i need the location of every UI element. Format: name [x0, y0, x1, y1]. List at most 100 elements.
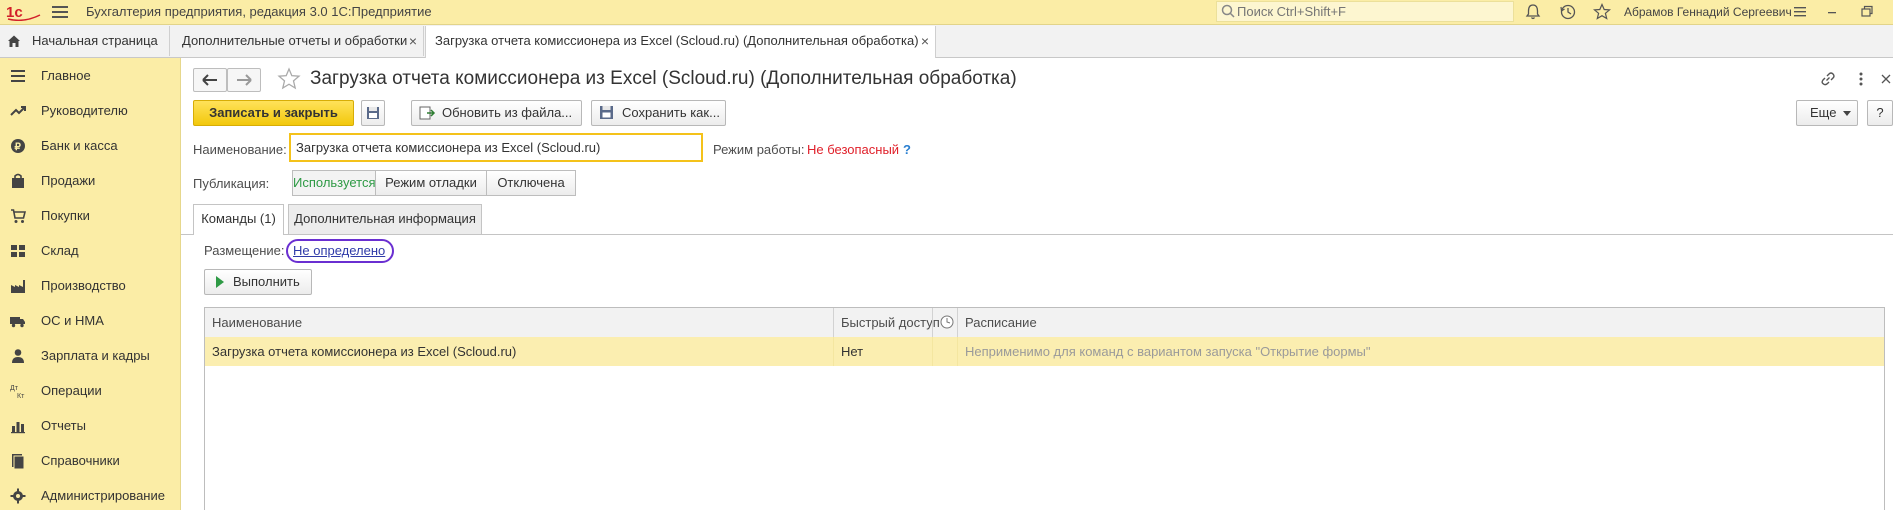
- sidebar-item-label: Администрирование: [41, 488, 165, 503]
- sidebar-item-main[interactable]: Главное: [0, 58, 180, 93]
- tab-commands[interactable]: Команды (1): [193, 204, 284, 235]
- truck-icon: [10, 317, 25, 328]
- link-icon[interactable]: [1819, 70, 1837, 88]
- column-header-schedule[interactable]: Расписание: [965, 308, 1037, 337]
- form-title: Загрузка отчета комиссионера из Excel (S…: [310, 68, 1017, 89]
- favorite-star-icon[interactable]: [277, 67, 301, 91]
- sidebar-item-manager[interactable]: Руководителю: [0, 93, 180, 128]
- save-as-button[interactable]: Сохранить как...: [591, 100, 726, 126]
- sidebar-item-label: Руководителю: [41, 103, 128, 118]
- tab-home[interactable]: Начальная страница: [0, 26, 170, 56]
- column-divider: [833, 308, 834, 337]
- gear-icon: [10, 488, 26, 504]
- sidebar-item-label: ОС и НМА: [41, 313, 104, 328]
- global-search[interactable]: [1216, 1, 1514, 22]
- home-icon: [8, 35, 20, 47]
- factory-icon: [11, 280, 25, 293]
- bag-icon: [12, 173, 24, 188]
- close-form-icon[interactable]: [1880, 70, 1892, 88]
- publication-option-debug[interactable]: Режим отладки: [375, 170, 487, 196]
- help-button[interactable]: ?: [1867, 100, 1893, 126]
- bell-icon[interactable]: [1524, 3, 1542, 21]
- sidebar-item-label: Банк и касса: [41, 138, 118, 153]
- column-divider: [833, 337, 834, 366]
- clock-icon: [940, 315, 954, 329]
- placement-label: Размещение:: [204, 243, 285, 258]
- publication-option-disabled[interactable]: Отключена: [486, 170, 576, 196]
- sidebar-item-production[interactable]: Производство: [0, 268, 180, 303]
- sidebar-item-label: Склад: [41, 243, 79, 258]
- svg-text:₽: ₽: [15, 142, 22, 153]
- sidebar-item-label: Справочники: [41, 453, 120, 468]
- sidebar-item-salary[interactable]: Зарплата и кадры: [0, 338, 180, 373]
- sidebar-item-fixed-assets[interactable]: ОС и НМА: [0, 303, 180, 338]
- tab-current-form[interactable]: Загрузка отчета комиссионера из Excel (S…: [425, 26, 936, 58]
- 1c-logo-icon[interactable]: 1с: [6, 3, 42, 21]
- sidebar-item-label: Производство: [41, 278, 126, 293]
- mode-help-link[interactable]: ?: [903, 142, 911, 157]
- minimize-icon[interactable]: [1823, 3, 1841, 21]
- column-divider: [957, 308, 958, 337]
- floppy-disk-icon: [367, 107, 379, 119]
- tabs-divider: [181, 234, 1893, 235]
- more-actions-icon[interactable]: [1857, 70, 1865, 88]
- current-user[interactable]: Абрамов Геннадий Сергеевич: [1624, 5, 1792, 19]
- sidebar-item-sales[interactable]: Продажи: [0, 163, 180, 198]
- sidebar-item-purchases[interactable]: Покупки: [0, 198, 180, 233]
- table-header: Наименование Быстрый доступ Расписание: [205, 308, 1884, 338]
- save-as-icon: [600, 106, 613, 119]
- menu-lines-icon: [11, 70, 25, 82]
- main-menu-icon[interactable]: [52, 5, 68, 19]
- sidebar-item-administration[interactable]: Администрирование: [0, 478, 180, 513]
- column-divider: [932, 308, 933, 337]
- trend-icon: [10, 106, 26, 116]
- more-button[interactable]: Еще: [1796, 100, 1858, 126]
- boxes-icon: [11, 245, 25, 257]
- bar-chart-icon: [11, 422, 25, 434]
- search-input[interactable]: [1237, 3, 1507, 20]
- run-button[interactable]: Выполнить: [204, 269, 312, 295]
- table-row[interactable]: Загрузка отчета комиссионера из Excel (S…: [205, 337, 1884, 366]
- app-title: Бухгалтерия предприятия, редакция 3.0 1С…: [86, 4, 432, 19]
- mode-value: Не безопасный: [807, 142, 900, 157]
- column-header-name[interactable]: Наименование: [212, 308, 302, 337]
- column-divider: [957, 337, 958, 366]
- update-from-file-label: Обновить из файла...: [442, 105, 573, 120]
- sections-panel: Главное Руководителю ₽ Банк и касса Прод…: [0, 58, 181, 510]
- publication-label: Публикация:: [193, 176, 270, 191]
- cell-quick-access[interactable]: Нет: [841, 337, 863, 366]
- sidebar-item-label: Отчеты: [41, 418, 86, 433]
- update-file-icon: [419, 106, 436, 120]
- tab-additional-info[interactable]: Дополнительная информация: [288, 204, 482, 234]
- svg-text:Кт: Кт: [17, 393, 25, 399]
- sidebar-item-bank[interactable]: ₽ Банк и касса: [0, 128, 180, 163]
- history-icon[interactable]: [1559, 3, 1577, 21]
- update-from-file-button[interactable]: Обновить из файла...: [411, 100, 582, 126]
- sidebar-item-label: Операции: [41, 383, 102, 398]
- publication-option-used[interactable]: Используется: [292, 170, 376, 196]
- restore-window-icon[interactable]: [1858, 3, 1876, 21]
- sidebar-item-label: Покупки: [41, 208, 90, 223]
- close-tab-icon[interactable]: ×: [409, 26, 417, 56]
- sidebar-item-label: Продажи: [41, 173, 96, 188]
- name-label: Наименование:: [193, 142, 287, 157]
- back-button[interactable]: [193, 68, 227, 92]
- settings-menu-icon[interactable]: [1791, 3, 1809, 21]
- close-tab-icon[interactable]: ×: [921, 26, 929, 56]
- sidebar-item-label: Зарплата и кадры: [41, 348, 150, 363]
- sidebar-item-reports[interactable]: Отчеты: [0, 408, 180, 443]
- name-field[interactable]: [289, 133, 703, 162]
- sidebar-item-warehouse[interactable]: Склад: [0, 233, 180, 268]
- tab-additional-reports[interactable]: Дополнительные отчеты и обработки ×: [172, 26, 424, 56]
- chevron-down-icon: [1843, 111, 1851, 116]
- forward-button[interactable]: [227, 68, 261, 92]
- save-button[interactable]: [361, 100, 385, 126]
- commands-table[interactable]: Наименование Быстрый доступ Расписание З…: [204, 307, 1885, 510]
- placement-link[interactable]: Не определено: [293, 243, 385, 258]
- save-and-close-button[interactable]: Записать и закрыть: [193, 100, 354, 126]
- cart-icon: [11, 209, 26, 223]
- sidebar-item-operations[interactable]: Дт Кт Операции: [0, 373, 180, 408]
- favorites-star-icon[interactable]: [1593, 3, 1611, 21]
- column-header-quick-access[interactable]: Быстрый доступ: [841, 308, 940, 337]
- sidebar-item-references[interactable]: Справочники: [0, 443, 180, 478]
